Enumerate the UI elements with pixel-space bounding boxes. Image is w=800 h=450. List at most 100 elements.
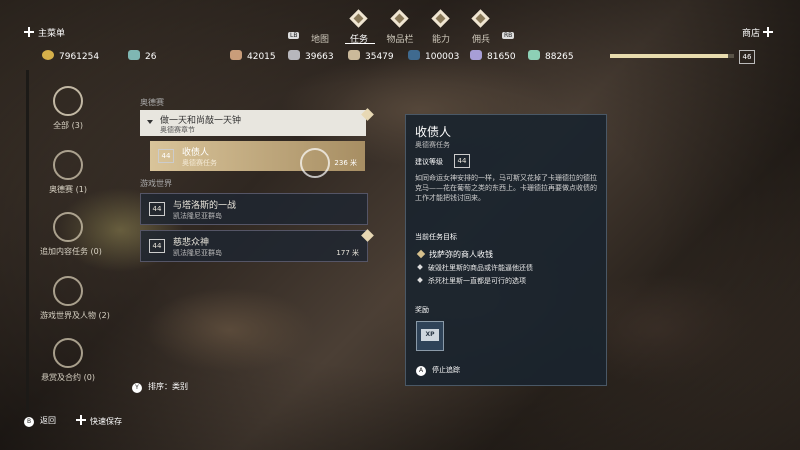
detail-subtitle: 奥德赛任务	[415, 141, 450, 149]
main-menu-label: 主菜单	[38, 29, 66, 39]
drachmae-coin-icon	[42, 50, 54, 60]
xp-reward: XP	[416, 321, 444, 351]
plus-icon	[76, 415, 86, 425]
quest-distance: 177 米	[336, 249, 359, 257]
main-menu-button[interactable]: 主菜单	[24, 26, 65, 39]
category-label: 悬赏及合约 (0)	[41, 373, 95, 382]
all-quests-icon	[53, 86, 83, 116]
category-all[interactable]: 全部 (3)	[40, 86, 96, 131]
quest-type: 奥德赛任务	[182, 159, 217, 167]
category-label: 游戏世界及人物 (2)	[40, 311, 110, 320]
category-world[interactable]: 游戏世界及人物 (2)	[40, 276, 110, 321]
sort-label: 排序：类别	[148, 382, 188, 391]
category-contracts[interactable]: 悬赏及合约 (0)	[40, 338, 96, 383]
tab-abilities[interactable]: 能力	[421, 32, 461, 45]
rewards-header: 奖励	[415, 306, 429, 314]
stop-tracking-button[interactable]: A 停止追踪	[416, 365, 460, 376]
xp-reward-icon: XP	[421, 329, 439, 341]
quest-detail-panel: 收债人 奥德赛任务 建议等级 44 如同命运女神安排的一样，马可斯又花掉了卡珊德…	[405, 114, 607, 386]
back-button[interactable]: B 返回	[24, 415, 56, 427]
quest-description: 如同命运女神安排的一样，马可斯又花掉了卡珊德拉的德拉克马——花在葡萄之类的东西上…	[415, 174, 597, 202]
category-dlc[interactable]: 追加内容任务 (0)	[40, 212, 102, 257]
active-tab-underline	[345, 43, 375, 44]
recommended-level-label: 建议等级	[415, 158, 443, 166]
quest-level-badge: 44	[158, 149, 174, 163]
inventory-tab-icon	[390, 9, 409, 28]
xp-progress-bar	[610, 54, 734, 58]
ability-points-counter: 26	[128, 50, 156, 62]
xp-progress-fill	[610, 54, 728, 58]
bullet-icon	[417, 277, 423, 283]
ability-points-icon	[128, 50, 140, 60]
quest-group-header[interactable]: 做一天和尚敲一天钟 奥德赛章节	[140, 110, 366, 136]
resource-leather: 42015	[230, 50, 276, 62]
sort-button[interactable]: Y 排序：类别	[132, 381, 188, 393]
quest-distance: 236 米	[334, 159, 357, 167]
quick-save-label: 快速保存	[90, 417, 122, 426]
stop-tracking-label: 停止追踪	[432, 366, 460, 374]
quest-level-badge: 44	[149, 202, 165, 216]
world-icon	[53, 276, 83, 306]
store-button[interactable]: 商店	[742, 26, 777, 39]
quest-level-badge: 44	[149, 239, 165, 253]
resource-wood: 35479	[348, 50, 394, 62]
back-label: 返回	[40, 416, 56, 425]
sub-objective: 破毁杜里斯的商品或许能逼他还债	[417, 263, 533, 273]
recommended-level-badge: 44	[454, 154, 470, 168]
quest-item-debt-collector[interactable]: 44 收债人 奥德赛任务 236 米	[150, 141, 365, 171]
odyssey-icon	[53, 150, 83, 180]
map-vignette	[0, 0, 800, 450]
quest-tab-icon	[349, 9, 368, 28]
detail-title: 收债人	[415, 125, 452, 139]
dlc-icon	[53, 212, 83, 242]
group-subtitle: 奥德赛章节	[160, 126, 195, 134]
wood-icon	[348, 50, 360, 60]
cursor-ring-icon	[300, 148, 330, 178]
tab-mercenaries[interactable]: 佣兵	[461, 32, 501, 45]
b-button-icon: B	[24, 417, 34, 427]
section-header-world: 游戏世界	[140, 179, 172, 188]
crystal-icon	[528, 50, 540, 60]
iron-ore-icon	[288, 50, 300, 60]
store-label: 商店	[742, 29, 761, 39]
quest-region: 凯法隆尼亚群岛	[173, 249, 222, 257]
resource-crystal: 88265	[528, 50, 574, 62]
category-label: 追加内容任务 (0)	[40, 247, 102, 256]
category-odyssey[interactable]: 奥德赛 (1)	[40, 150, 96, 195]
obsidian-icon	[470, 50, 482, 60]
resource-ancient-shards: 100003	[408, 50, 459, 62]
main-objective: 找萨弥的商人收钱	[416, 249, 493, 260]
quest-region: 凯法隆尼亚群岛	[173, 212, 222, 220]
player-level-badge: 46	[739, 50, 755, 64]
resource-obsidian: 81650	[470, 50, 516, 62]
contracts-icon	[53, 338, 83, 368]
plus-icon	[24, 27, 34, 37]
quest-item-merciful-gods[interactable]: 44 慈悲众神 凯法隆尼亚群岛 177 米	[140, 230, 368, 262]
leather-icon	[230, 50, 242, 60]
quick-save-button[interactable]: 快速保存	[76, 415, 122, 427]
y-button-icon: Y	[132, 383, 142, 393]
tab-inventory[interactable]: 物品栏	[380, 32, 420, 45]
objectives-header: 当前任务目标	[415, 233, 457, 241]
lb-button[interactable]: LB	[288, 32, 300, 39]
sidebar-divider	[26, 70, 29, 410]
sub-objective: 杀死杜里斯一直都是可行的选项	[417, 276, 526, 286]
quest-name: 慈悲众神	[173, 238, 210, 248]
category-label: 奥德赛 (1)	[49, 185, 87, 194]
quest-name: 与塔洛斯的一战	[173, 201, 237, 211]
section-header-odyssey: 奥德赛	[140, 98, 164, 107]
a-button-icon: A	[416, 366, 426, 376]
quest-name: 收债人	[182, 148, 210, 158]
mercenary-tab-icon	[471, 9, 490, 28]
chevron-down-icon	[147, 120, 153, 124]
tab-map[interactable]: 地图	[300, 32, 340, 45]
resource-iron: 39663	[288, 50, 334, 62]
quest-item-talos[interactable]: 44 与塔洛斯的一战 凯法隆尼亚群岛	[140, 193, 368, 225]
rb-button[interactable]: RB	[502, 32, 515, 39]
ancient-shards-icon	[408, 50, 420, 60]
category-label: 全部 (3)	[53, 121, 83, 130]
drachmae-counter: 7961254	[42, 50, 99, 62]
abilities-tab-icon	[431, 9, 450, 28]
plus-icon	[762, 27, 773, 37]
objective-diamond-icon	[416, 249, 426, 259]
